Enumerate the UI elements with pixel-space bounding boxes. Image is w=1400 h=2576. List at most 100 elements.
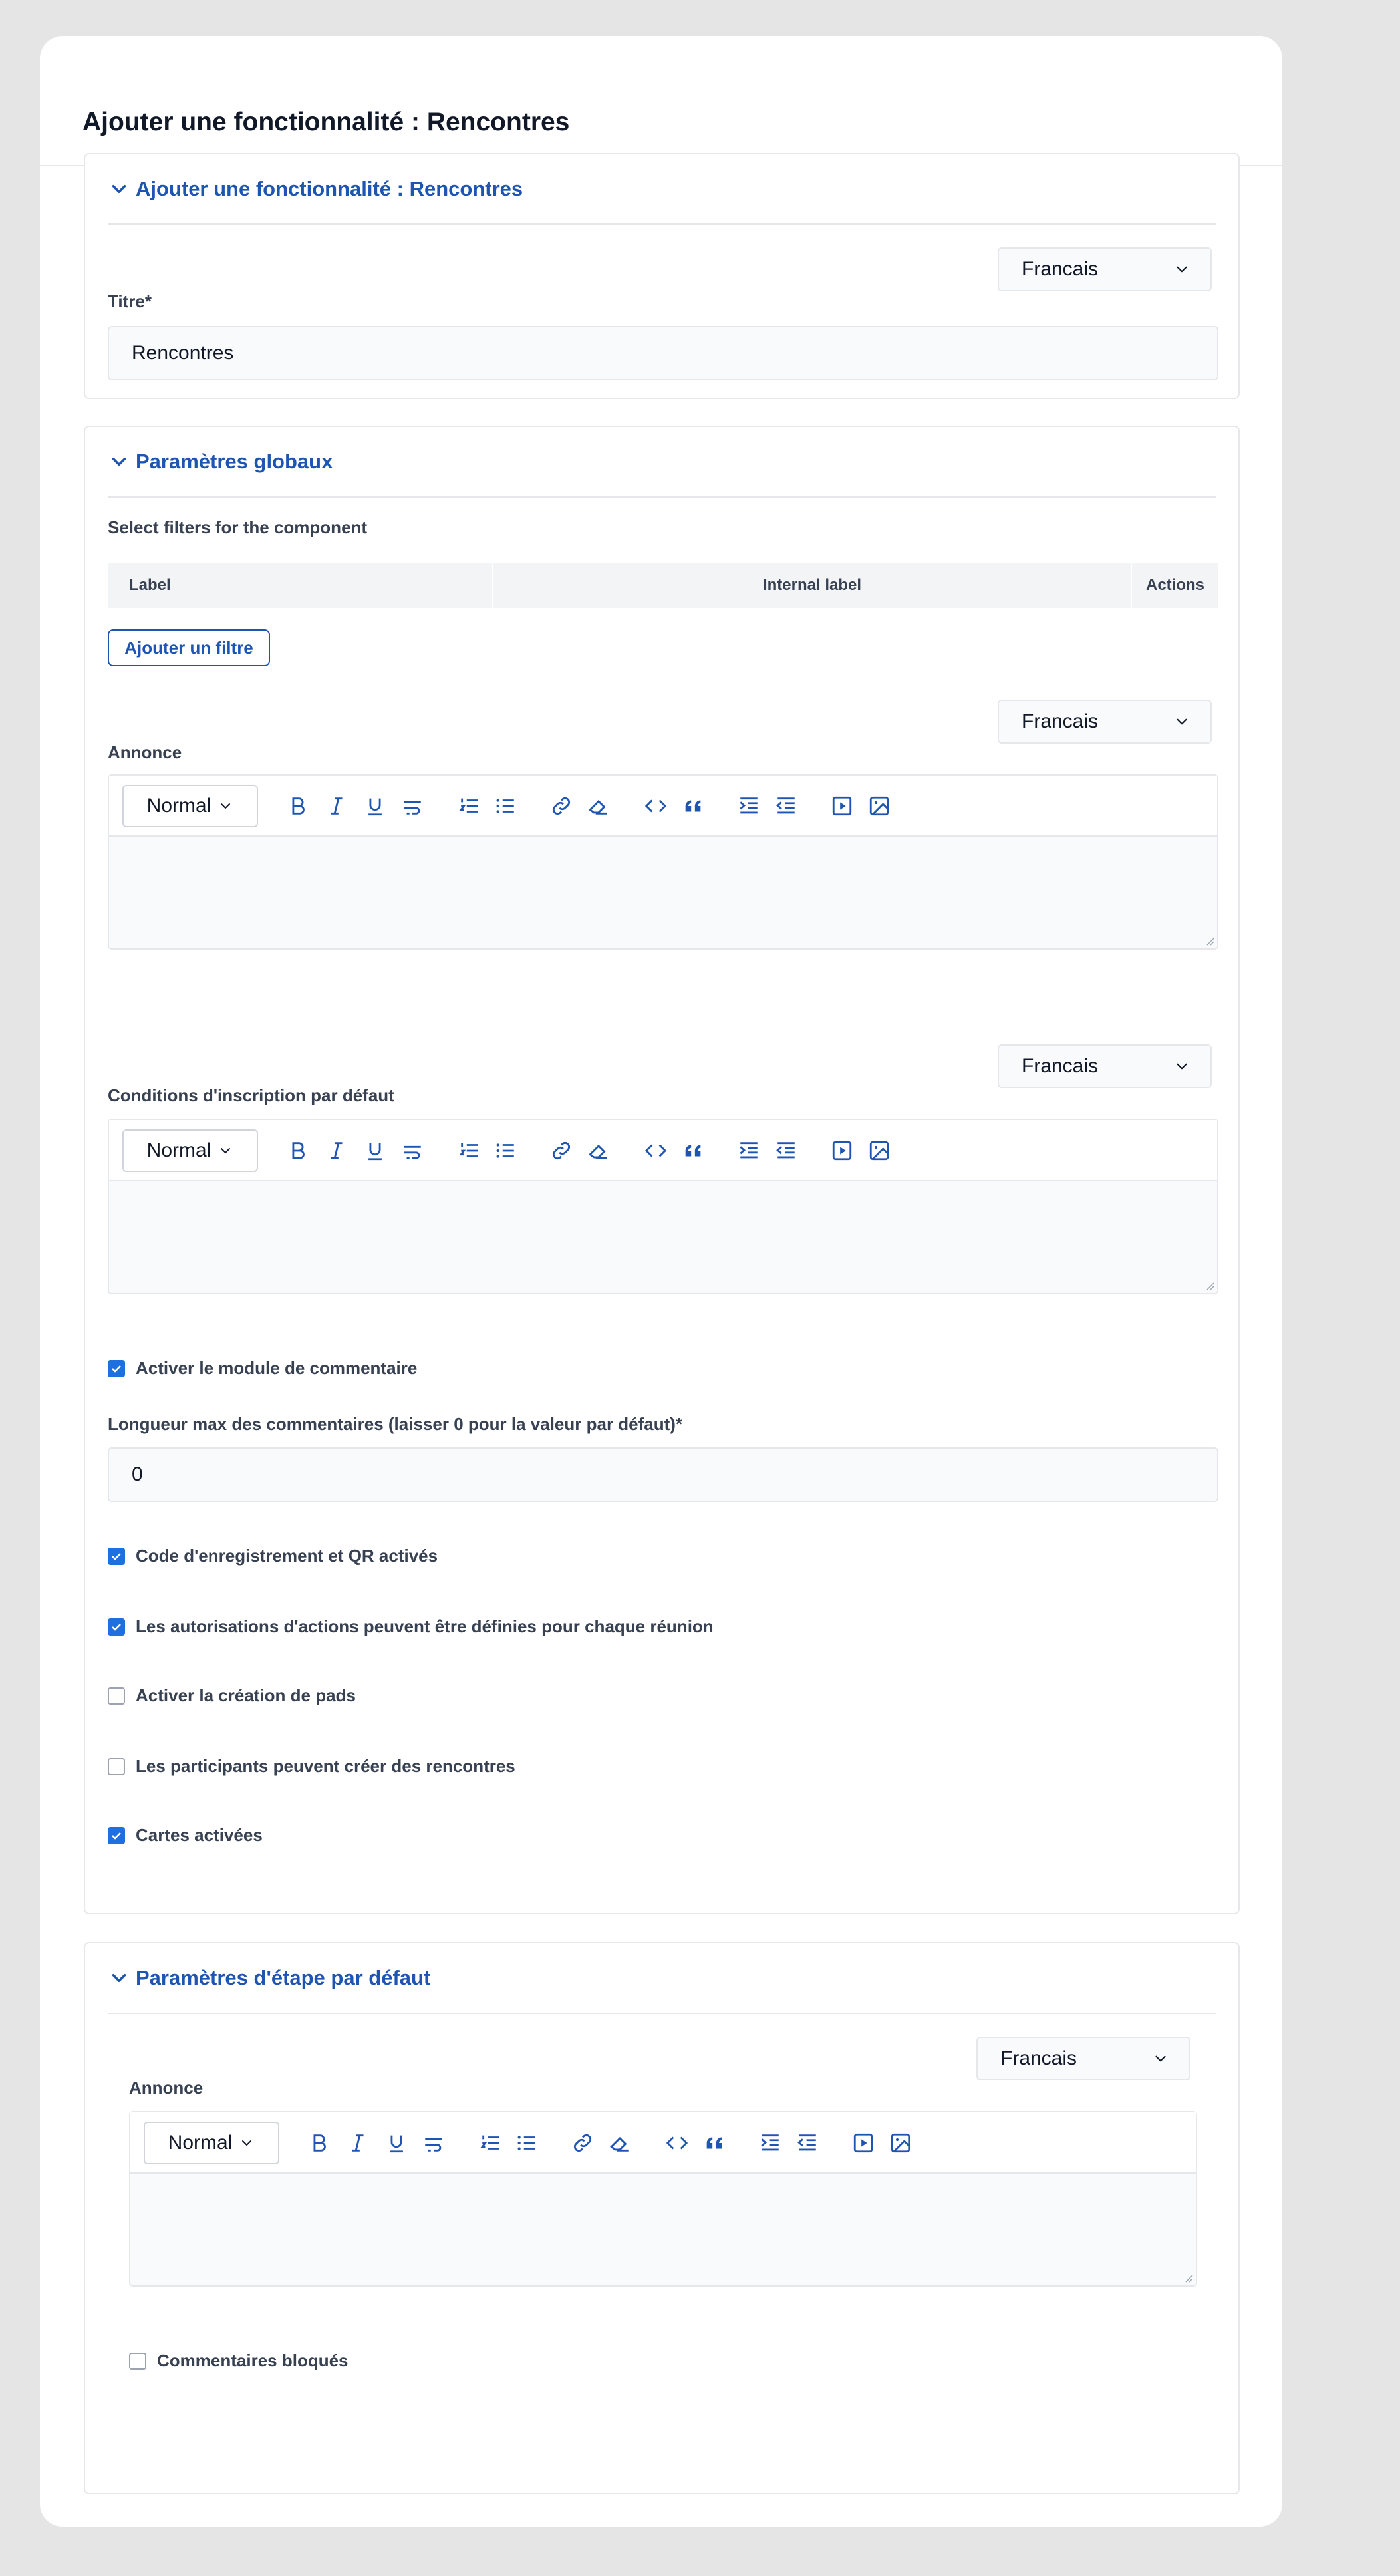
image-button[interactable] (866, 1137, 893, 1164)
clear-format-button[interactable] (585, 1137, 612, 1164)
chevron-down-icon (112, 1973, 126, 1983)
image-icon (869, 1141, 889, 1161)
resize-handle-icon[interactable] (1183, 2272, 1193, 2283)
italic-button[interactable] (345, 2130, 371, 2156)
strikethrough-icon (404, 801, 421, 815)
bold-icon (292, 1142, 305, 1159)
link-button[interactable] (569, 2130, 596, 2156)
comment-length-label: Longueur max des commentaires (laisser 0… (108, 1414, 683, 1434)
underline-button[interactable] (362, 1137, 388, 1164)
code-button[interactable] (664, 2130, 690, 2156)
strikethrough-button[interactable] (420, 2130, 447, 2156)
bold-button[interactable] (285, 1137, 311, 1164)
italic-button[interactable] (323, 1137, 350, 1164)
eraser-icon (589, 1144, 607, 1159)
format-select[interactable]: Normal (122, 785, 258, 827)
bullet-list-button[interactable] (492, 793, 519, 819)
resize-handle-icon[interactable] (1204, 1280, 1214, 1290)
strikethrough-button[interactable] (399, 1137, 426, 1164)
quote-icon (685, 1145, 701, 1157)
checkbox-label: Les autorisations d'actions peuvent être… (136, 1616, 714, 1636)
chevron-down-icon (221, 1148, 231, 1154)
checkbox-comments-blocked[interactable]: Commentaires bloqués (129, 2351, 349, 2371)
video-button[interactable] (829, 1137, 855, 1164)
outdent-button[interactable] (794, 2130, 821, 2156)
chevron-down-icon (1177, 718, 1187, 725)
registration-terms-editor-content[interactable] (109, 1181, 1217, 1293)
resize-handle-icon[interactable] (1204, 935, 1214, 946)
underline-button[interactable] (362, 793, 388, 819)
step-announcement-editor-content[interactable] (130, 2174, 1196, 2285)
checkbox-enable-pads[interactable]: Activer la création de pads (108, 1685, 356, 1706)
video-button[interactable] (829, 793, 855, 819)
clear-format-button[interactable] (585, 793, 612, 819)
add-filter-button[interactable]: Ajouter un filtre (108, 629, 270, 666)
image-button[interactable] (887, 2130, 914, 2156)
checkbox[interactable] (108, 1618, 125, 1636)
checkbox-enable-comments[interactable]: Activer le module de commentaire (108, 1358, 417, 1379)
italic-button[interactable] (323, 793, 350, 819)
quote-button[interactable] (680, 793, 706, 819)
language-select-value: Francais (1022, 1055, 1099, 1077)
quote-button[interactable] (701, 2130, 728, 2156)
step-announcement-language-select[interactable]: Francais (976, 2037, 1190, 2080)
underline-icon (368, 798, 382, 816)
strikethrough-button[interactable] (399, 793, 426, 819)
comment-length-input[interactable]: 0 (108, 1447, 1218, 1502)
page-title: Ajouter une fonctionnalité : Rencontres (82, 108, 570, 136)
ordered-list-icon (480, 2135, 499, 2150)
checkbox-action-permissions[interactable]: Les autorisations d'actions peuvent être… (108, 1616, 714, 1637)
code-button[interactable] (642, 1137, 669, 1164)
editor-toolbar: Normal (130, 2112, 1196, 2174)
bold-button[interactable] (306, 2130, 333, 2156)
link-button[interactable] (548, 793, 575, 819)
section-step-header[interactable]: Paramètres d'étape par défaut (108, 1943, 1216, 2014)
checkmark-icon (112, 1552, 121, 1560)
video-button[interactable] (850, 2130, 877, 2156)
section-feature-header[interactable]: Ajouter une fonctionnalité : Rencontres (108, 154, 1216, 225)
checkbox[interactable] (108, 1826, 125, 1844)
indent-icon (761, 2134, 779, 2151)
checkbox[interactable] (108, 1547, 125, 1565)
italic-icon (331, 1142, 343, 1159)
video-icon (832, 796, 852, 816)
code-button[interactable] (642, 793, 669, 819)
checkbox[interactable] (108, 1687, 125, 1705)
checkbox-maps-enabled[interactable]: Cartes activées (108, 1825, 263, 1846)
section-feature-title: Ajouter une fonctionnalité : Rencontres (136, 177, 523, 200)
quote-button[interactable] (680, 1137, 706, 1164)
ordered-list-button[interactable] (456, 793, 483, 819)
format-select[interactable]: Normal (144, 2122, 279, 2164)
underline-button[interactable] (383, 2130, 410, 2156)
bullet-list-button[interactable] (513, 2130, 540, 2156)
announcement-language-select[interactable]: Francais (998, 700, 1212, 744)
indent-button[interactable] (736, 1137, 762, 1164)
bold-button[interactable] (285, 793, 311, 819)
language-select-value: Francais (1000, 2047, 1077, 2069)
outdent-button[interactable] (773, 793, 799, 819)
indent-button[interactable] (736, 793, 762, 819)
clear-format-button[interactable] (607, 2130, 633, 2156)
indent-button[interactable] (757, 2130, 783, 2156)
ordered-list-button[interactable] (478, 2130, 504, 2156)
checkbox-label: Cartes activées (136, 1825, 263, 1845)
link-button[interactable] (548, 1137, 575, 1164)
language-select[interactable]: Francais (998, 247, 1212, 291)
registration-terms-language-select[interactable]: Francais (998, 1044, 1212, 1088)
checkbox[interactable] (108, 1360, 125, 1377)
checkbox[interactable] (129, 2352, 146, 2370)
announcement-editor-content[interactable] (109, 837, 1217, 948)
title-input[interactable]: Rencontres (108, 326, 1218, 380)
checkmark-icon (112, 1832, 121, 1840)
section-global-header[interactable]: Paramètres globaux (108, 427, 1216, 498)
outdent-button[interactable] (773, 1137, 799, 1164)
checkbox-registration-code[interactable]: Code d'enregistrement et QR activés (108, 1546, 438, 1566)
bullet-list-button[interactable] (492, 1137, 519, 1164)
image-button[interactable] (866, 793, 893, 819)
editor-toolbar: Normal (109, 776, 1217, 837)
ordered-list-button[interactable] (456, 1137, 483, 1164)
chevron-down-icon (242, 2140, 252, 2146)
checkbox[interactable] (108, 1757, 125, 1775)
format-select[interactable]: Normal (122, 1129, 258, 1172)
checkbox-participants-create[interactable]: Les participants peuvent créer des renco… (108, 1756, 515, 1777)
